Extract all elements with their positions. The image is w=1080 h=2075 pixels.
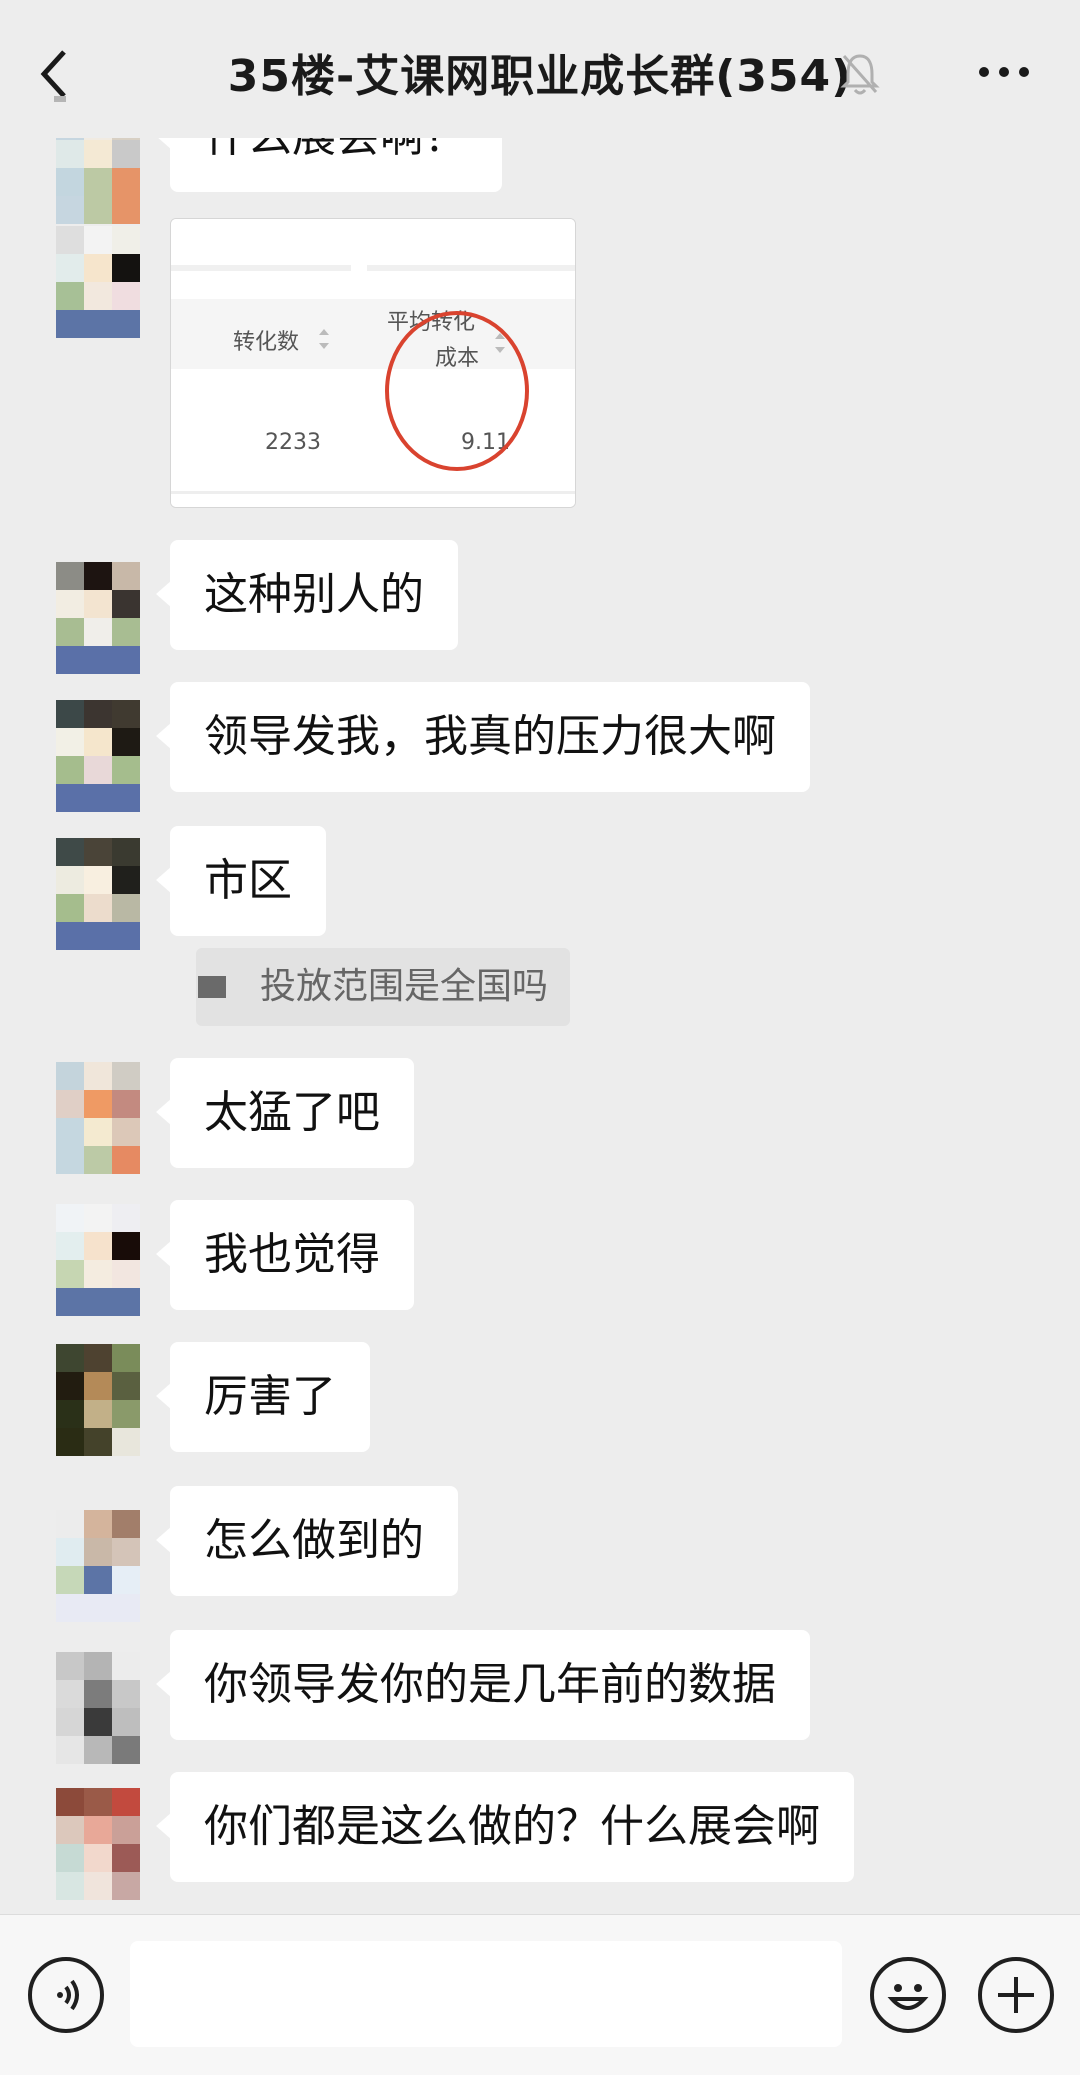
column-header-conversions: 转化数	[233, 330, 299, 355]
avatar[interactable]	[56, 838, 140, 950]
avatar[interactable]	[56, 138, 140, 224]
image-message[interactable]: 转化数 平均转化 成本 2233 9.11	[170, 218, 576, 508]
avatar[interactable]	[56, 562, 140, 674]
message-bubble[interactable]: 厉害了	[156, 1342, 370, 1452]
input-bar	[0, 1914, 1080, 2075]
avatar[interactable]	[56, 1652, 140, 1764]
message-input[interactable]	[130, 1941, 842, 2047]
value-conversions: 2233	[265, 430, 321, 455]
emoji-icon	[887, 1984, 929, 2010]
more-functions-button[interactable]	[978, 1957, 1054, 2033]
quoted-reply[interactable]: 投放范围是全国吗	[196, 948, 571, 1026]
mute-bell-icon	[840, 54, 880, 95]
message-bubble[interactable]: 我也觉得	[156, 1200, 414, 1310]
data-table-screenshot: 转化数 平均转化 成本 2233 9.11	[171, 219, 575, 507]
message-bubble[interactable]: 你领导发你的是几年前的数据	[156, 1630, 810, 1740]
message-bubble[interactable]: 市区	[156, 826, 326, 936]
message-bubble[interactable]: 领导发我，我真的压力很大啊	[156, 682, 810, 792]
avatar[interactable]	[56, 1510, 140, 1622]
message-bubble[interactable]: 怎么做到的	[156, 1486, 458, 1596]
message-bubble[interactable]: 你们都是这么做的？什么展会啊	[156, 1772, 854, 1882]
chat-title: 35楼-艾课网职业成长群(354)	[227, 51, 853, 102]
quote-thumbnail-icon	[198, 976, 226, 998]
avatar[interactable]	[56, 1062, 140, 1174]
avatar[interactable]	[56, 1344, 140, 1456]
more-options-icon[interactable]	[976, 62, 1032, 82]
message-list[interactable]: 什么展会啊？ 转化数 平均转化 成本 2233 9.11 这种别人的	[0, 138, 1080, 1914]
quoted-text: 投放范围是全国吗	[260, 966, 549, 1007]
avatar[interactable]	[56, 1204, 140, 1316]
avatar[interactable]	[56, 700, 140, 812]
emoji-button[interactable]	[870, 1957, 946, 2033]
voice-button[interactable]	[28, 1957, 104, 2033]
message-bubble[interactable]: 什么展会啊？	[156, 138, 502, 192]
chat-header: 35楼-艾课网职业成长群(354)	[0, 0, 1080, 138]
avatar[interactable]	[56, 1788, 140, 1900]
column-header-avg-cost-line2: 成本	[435, 346, 479, 371]
message-bubble[interactable]: 这种别人的	[156, 540, 458, 650]
message-bubble[interactable]: 太猛了吧	[156, 1058, 414, 1168]
avatar[interactable]	[56, 226, 140, 338]
voice-icon	[57, 1979, 79, 2011]
plus-icon	[998, 1977, 1034, 2013]
